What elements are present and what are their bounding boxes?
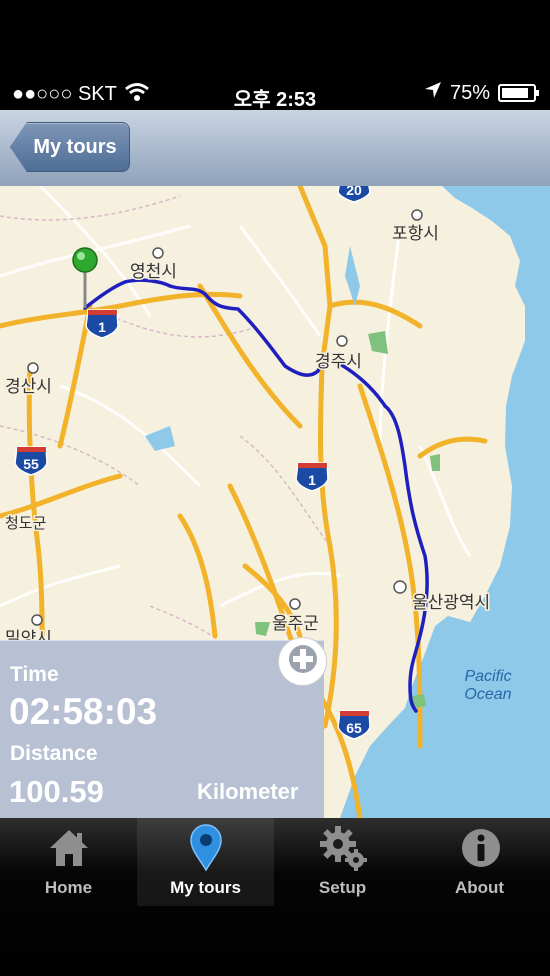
tab-bar: Home My tours Setup About — [0, 818, 550, 976]
route-55-label: 55 — [23, 456, 39, 472]
back-button-label: My tours — [33, 135, 117, 158]
tab-home-label: Home — [44, 878, 93, 897]
expand-button[interactable] — [278, 637, 327, 686]
tab-about[interactable]: About — [411, 818, 548, 906]
distance-value: 100.59 — [9, 774, 104, 809]
start-pin-icon — [72, 247, 98, 273]
tour-stats-panel: Time 02:58:03 Distance 100.59 Kilometer — [0, 640, 324, 819]
label-gyeongju: 경주시 — [315, 352, 362, 372]
home-icon — [48, 828, 90, 873]
label-pohang: 포항시 — [392, 224, 439, 244]
label-cheongdo: 청도군 — [5, 514, 47, 532]
back-button[interactable]: My tours — [10, 122, 130, 172]
route-20-label: 20 — [346, 186, 362, 198]
tab-setup[interactable]: Setup — [274, 818, 411, 906]
label-gyeongsan: 경산시 — [5, 377, 52, 397]
gear-icon — [318, 824, 368, 877]
distance-label: Distance — [10, 742, 98, 765]
battery-icon — [498, 84, 539, 102]
tab-my-tours[interactable]: My tours — [137, 818, 274, 906]
location-arrow-icon — [424, 81, 442, 105]
tab-home[interactable]: Home — [0, 818, 137, 906]
route-1a-label: 1 — [98, 319, 106, 335]
time-label: Time — [10, 663, 59, 686]
tab-my-tours-label: My tours — [170, 878, 241, 897]
label-yeongcheon: 영천시 — [130, 262, 177, 282]
label-pacific: Pacific — [464, 668, 511, 685]
navigation-bar: My tours — [0, 110, 550, 187]
status-bar: ●●○○○ SKT 오후 2:53 75% — [0, 0, 550, 111]
tab-about-label: About — [454, 878, 505, 897]
info-icon — [461, 828, 501, 873]
plus-icon — [288, 644, 318, 679]
battery-percentage: 75% — [449, 81, 490, 104]
tab-setup-label: Setup — [318, 878, 367, 897]
label-ocean: Ocean — [464, 686, 511, 703]
route-1b-label: 1 — [308, 472, 316, 488]
route-65-label: 65 — [346, 720, 362, 736]
map-pin-icon — [189, 824, 223, 877]
time-value: 02:58:03 — [9, 691, 158, 732]
label-ulsan: 울산광역시 — [412, 593, 490, 613]
distance-unit: Kilometer — [197, 779, 299, 804]
label-uljugun: 울주군 — [272, 614, 319, 634]
